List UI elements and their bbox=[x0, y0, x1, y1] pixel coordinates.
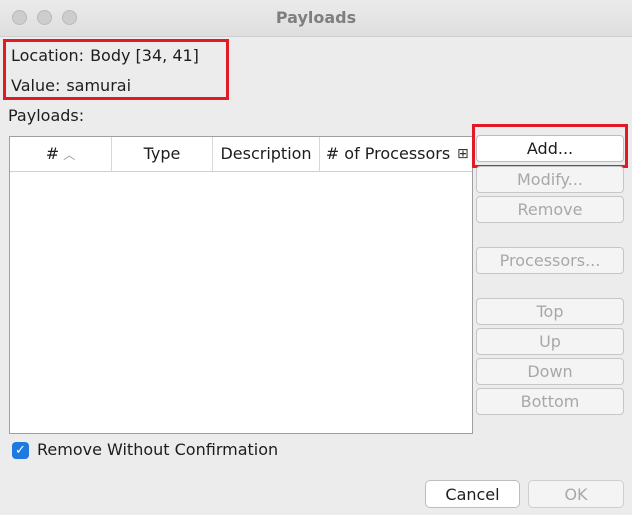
processors-button[interactable]: Processors... bbox=[476, 247, 624, 274]
column-header-number[interactable]: # ︿ bbox=[10, 137, 112, 171]
cancel-button[interactable]: Cancel bbox=[425, 480, 520, 508]
modify-button[interactable]: Modify... bbox=[476, 166, 624, 193]
remove-without-confirmation-checkbox[interactable]: ✓ bbox=[12, 442, 29, 459]
sort-ascending-icon: ︿ bbox=[63, 148, 76, 162]
location-value: Body [34, 41] bbox=[90, 46, 199, 65]
checkmark-icon: ✓ bbox=[15, 443, 26, 458]
ok-button[interactable]: OK bbox=[528, 480, 624, 508]
bottom-button[interactable]: Bottom bbox=[476, 388, 624, 415]
column-number-label: # bbox=[45, 144, 60, 163]
value-label: Value: bbox=[11, 76, 61, 95]
column-header-processors[interactable]: # of Processors bbox=[320, 137, 456, 171]
remove-button[interactable]: Remove bbox=[476, 196, 624, 223]
payloads-table[interactable]: # ︿ Type Description # of Processors ⊞ bbox=[9, 136, 473, 434]
top-button[interactable]: Top bbox=[476, 298, 624, 325]
value-line: Value: samurai bbox=[11, 76, 131, 95]
info-highlight-box: Location: Body [34, 41] Value: samurai bbox=[3, 39, 229, 100]
remove-without-confirmation-label[interactable]: Remove Without Confirmation bbox=[37, 440, 278, 459]
payloads-label: Payloads: bbox=[8, 106, 85, 125]
window-title: Payloads bbox=[275, 8, 357, 27]
column-header-description[interactable]: Description bbox=[213, 137, 320, 171]
location-label: Location: bbox=[11, 46, 85, 65]
column-chooser-icon[interactable]: ⊞ bbox=[457, 137, 469, 171]
column-header-type[interactable]: Type bbox=[112, 137, 213, 171]
up-button[interactable]: Up bbox=[476, 328, 624, 355]
location-line: Location: Body [34, 41] bbox=[11, 46, 199, 65]
table-header: # ︿ Type Description # of Processors ⊞ bbox=[10, 137, 472, 172]
value-value: samurai bbox=[66, 76, 132, 95]
add-button[interactable]: Add... bbox=[476, 135, 624, 162]
title-bar: Payloads bbox=[0, 0, 632, 37]
down-button[interactable]: Down bbox=[476, 358, 624, 385]
